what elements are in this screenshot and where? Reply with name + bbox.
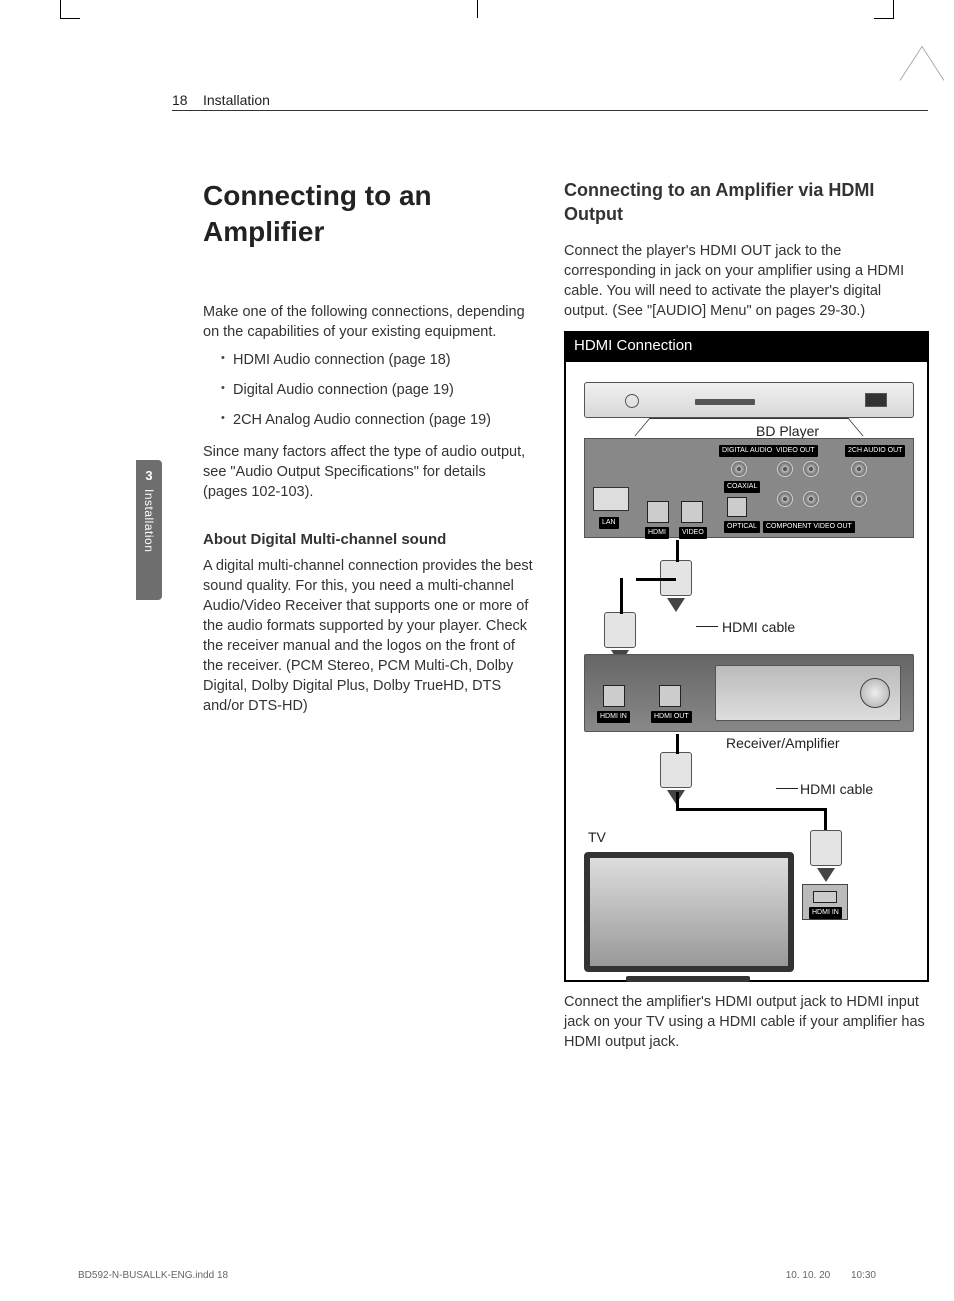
list-item: Digital Audio connection (page 19) xyxy=(221,380,533,400)
video-label: VIDEO xyxy=(679,527,707,539)
note-paragraph: Since many factors affect the type of au… xyxy=(203,442,533,502)
registration-mark xyxy=(900,46,945,115)
right-title: Connecting to an Amplifier via HDMI Outp… xyxy=(564,178,929,227)
component-label: COMPONENT VIDEO OUT xyxy=(763,521,855,533)
right-outro: Connect the amplifier's HDMI output jack… xyxy=(564,992,929,1052)
hdmi-port-icon xyxy=(603,685,625,707)
diagram-container: HDMI Connection BD Player LAN HDMI xyxy=(564,331,929,983)
leader-line xyxy=(776,788,798,789)
receiver-icon: HDMI IN HDMI OUT xyxy=(584,654,914,732)
video-port-icon xyxy=(681,501,703,523)
leader-line xyxy=(696,626,718,627)
coaxial-jack-icon xyxy=(731,461,747,477)
hdmi-out-label: HDMI OUT xyxy=(651,711,692,723)
header-section: Installation xyxy=(203,92,270,108)
rca-jack-icon xyxy=(803,461,819,477)
hdmi-cable-label: HDMI cable xyxy=(800,780,873,799)
optical-label: OPTICAL xyxy=(724,521,760,533)
cable-icon xyxy=(620,578,623,614)
rca-jack-icon xyxy=(851,461,867,477)
rca-jack-icon xyxy=(777,461,793,477)
section-tab: 3 Installation xyxy=(136,460,162,600)
optical-port-icon xyxy=(727,497,747,517)
sub-body: A digital multi-channel connection provi… xyxy=(203,556,533,716)
rca-jack-icon xyxy=(803,491,819,507)
display-icon xyxy=(865,393,887,407)
lan-port-icon xyxy=(593,487,629,511)
right-intro: Connect the player's HDMI OUT jack to th… xyxy=(564,241,929,321)
hdmi-connector-icon xyxy=(810,830,842,866)
hdmi-in-label: HDMI IN xyxy=(809,907,842,919)
footer: BD592-N-BUSALLK-ENG.indd 18 10. 10. 20 1… xyxy=(68,1270,886,1281)
page-title: Connecting to an Amplifier xyxy=(203,178,533,250)
header-rule xyxy=(172,110,928,111)
cable-icon xyxy=(676,734,679,754)
hdmi-connection-diagram: BD Player LAN HDMI VIDEO DIGITAL AUDIO O… xyxy=(564,362,929,982)
footer-file: BD592-N-BUSALLK-ENG.indd 18 xyxy=(78,1270,228,1281)
callout-line xyxy=(748,418,863,436)
hdmi-port-icon xyxy=(813,891,837,903)
twoch-label: 2CH AUDIO OUT xyxy=(845,445,905,457)
power-button-icon xyxy=(625,394,639,408)
footer-date: 10. 10. 20 xyxy=(786,1270,830,1281)
hdmi-connector-icon xyxy=(604,612,636,648)
hdmi-cable-label: HDMI cable xyxy=(722,618,795,637)
cable-icon xyxy=(676,792,679,808)
diagram-title: HDMI Connection xyxy=(564,331,929,363)
knob-icon xyxy=(860,678,890,708)
cable-icon xyxy=(676,808,826,811)
arrow-down-icon xyxy=(667,598,685,612)
tv-label: TV xyxy=(588,828,606,847)
receiver-face-icon xyxy=(715,665,901,721)
receiver-label: Receiver/Amplifier xyxy=(726,734,840,753)
hdmi-port-icon xyxy=(647,501,669,523)
video-out-label: VIDEO OUT xyxy=(773,445,818,457)
arrow-down-icon xyxy=(817,868,835,882)
tv-stand-icon xyxy=(626,976,750,982)
page-number: 18 xyxy=(172,92,188,108)
hdmi-port-icon xyxy=(659,685,681,707)
tray-icon xyxy=(695,399,755,405)
bd-player-front-icon xyxy=(584,382,914,418)
cable-icon xyxy=(636,578,676,581)
list-item: HDMI Audio connection (page 18) xyxy=(221,350,533,370)
subheading: About Digital Multi-channel sound xyxy=(203,530,533,551)
hdmi-label: HDMI xyxy=(645,527,669,539)
cable-icon xyxy=(676,540,679,562)
connection-list: HDMI Audio connection (page 18) Digital … xyxy=(203,350,533,430)
tv-input-panel-icon: HDMI IN xyxy=(802,884,848,920)
cable-icon xyxy=(824,808,827,832)
rca-jack-icon xyxy=(851,491,867,507)
section-tab-label: Installation xyxy=(142,489,156,552)
lan-label: LAN xyxy=(599,517,619,529)
hdmi-connector-icon xyxy=(660,752,692,788)
hdmi-in-label: HDMI IN xyxy=(597,711,630,723)
coaxial-label: COAXIAL xyxy=(724,481,760,493)
section-tab-number: 3 xyxy=(145,468,152,483)
tv-icon xyxy=(584,852,794,972)
footer-time: 10:30 xyxy=(851,1270,876,1281)
callout-line xyxy=(634,418,749,436)
intro-paragraph: Make one of the following connections, d… xyxy=(203,302,533,342)
rca-jack-icon xyxy=(777,491,793,507)
list-item: 2CH Analog Audio connection (page 19) xyxy=(221,410,533,430)
bd-player-rear-panel: LAN HDMI VIDEO DIGITAL AUDIO OUT COAXIAL… xyxy=(584,438,914,538)
